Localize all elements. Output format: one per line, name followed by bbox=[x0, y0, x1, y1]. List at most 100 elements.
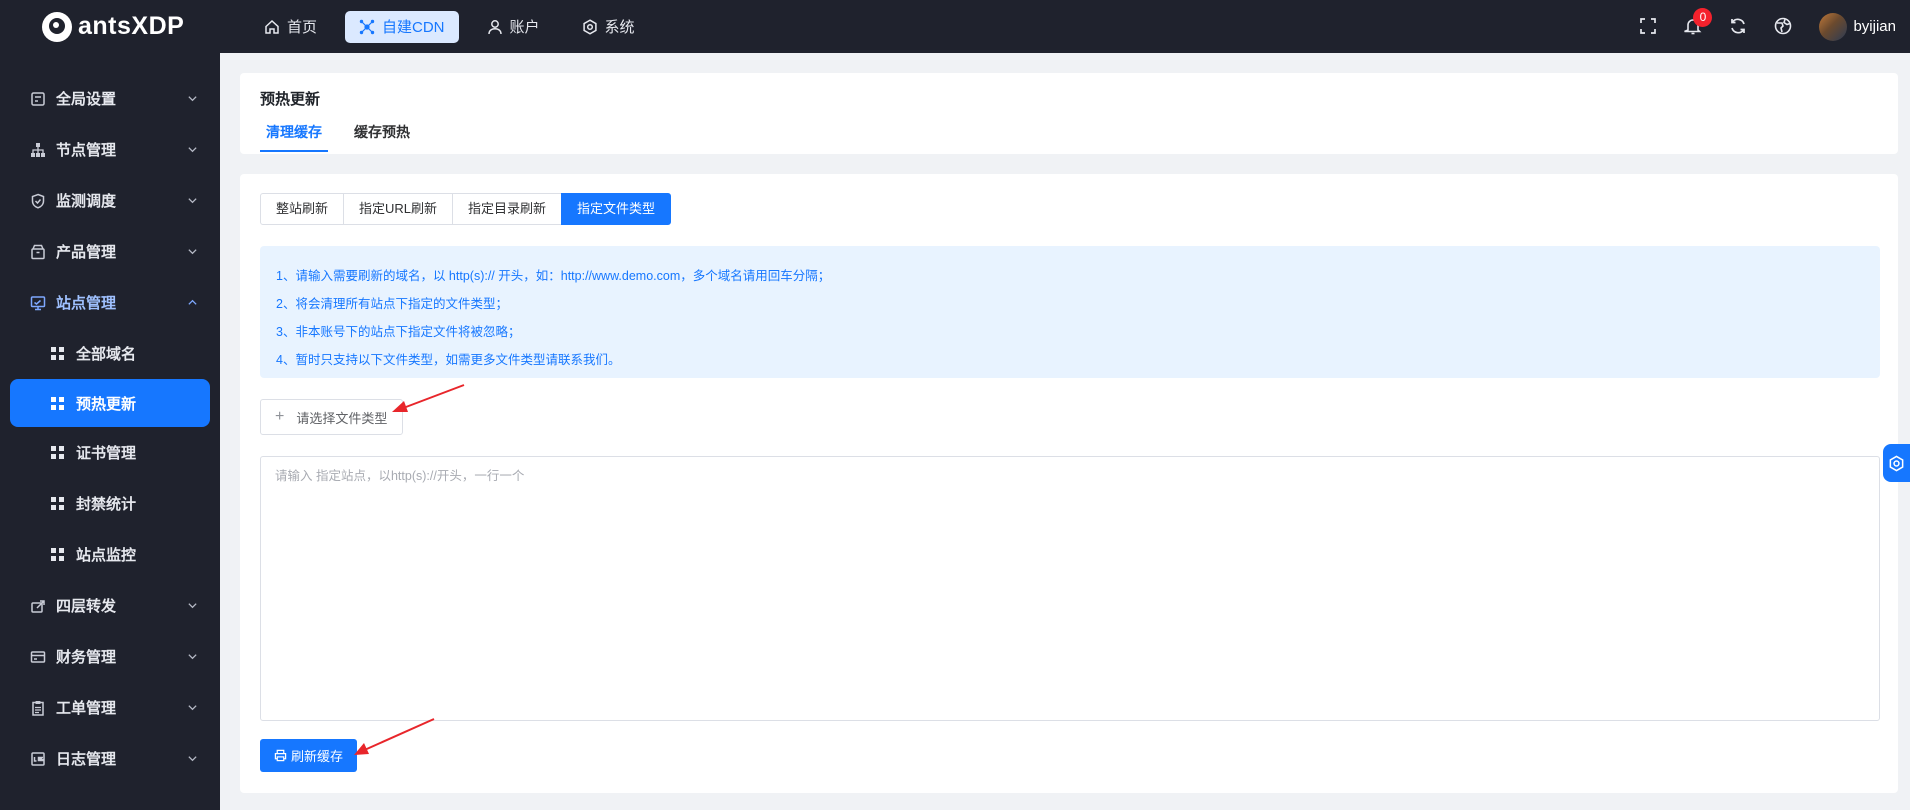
sidebar-subitem-label: 封禁统计 bbox=[76, 496, 137, 513]
sidebar-item-label: 财务管理 bbox=[56, 649, 117, 666]
tab-clear-cache[interactable]: 清理缓存 bbox=[260, 122, 328, 152]
grid-icon bbox=[51, 396, 64, 410]
top-nav: 首页 自建CDN 账户 系统 bbox=[250, 10, 649, 43]
page-header-card: 预热更新 清理缓存 缓存预热 bbox=[240, 73, 1898, 154]
username[interactable]: byijian bbox=[1853, 18, 1896, 35]
nav-home-label: 首页 bbox=[287, 19, 318, 36]
grid-icon bbox=[51, 446, 64, 459]
gear-icon bbox=[582, 18, 597, 35]
sidebar-item-monitoring[interactable]: 监测调度 bbox=[0, 175, 220, 226]
sites-input[interactable] bbox=[260, 456, 1880, 721]
file-type-select-label: 请选择文件类型 bbox=[296, 410, 388, 426]
chevron-down-icon bbox=[188, 756, 197, 762]
nav-account[interactable]: 账户 bbox=[473, 11, 554, 43]
refresh-icon bbox=[1731, 17, 1746, 34]
tab-cache-preheat[interactable]: 缓存预热 bbox=[348, 122, 416, 152]
sidebar-item-logs[interactable]: 日志管理 bbox=[0, 733, 220, 784]
chevron-down-icon bbox=[188, 147, 197, 153]
plus-icon: + bbox=[275, 408, 285, 425]
sidebar-item-global-settings[interactable]: 全局设置 bbox=[0, 73, 220, 124]
sidebar-item-products[interactable]: 产品管理 bbox=[0, 226, 220, 277]
globe-icon bbox=[1775, 17, 1792, 34]
fullscreen-button[interactable] bbox=[1639, 17, 1659, 37]
sidebar-item-label: 监测调度 bbox=[56, 193, 117, 210]
sidebar-item-l4-forwarding[interactable]: 四层转发 bbox=[0, 580, 220, 631]
refresh-cache-button[interactable]: 刷新缓存 bbox=[260, 739, 357, 772]
refresh-button[interactable] bbox=[1729, 17, 1749, 37]
notifications-button[interactable]: 0 bbox=[1684, 7, 1713, 37]
wallet-icon bbox=[30, 650, 46, 663]
sidebar-item-label: 节点管理 bbox=[56, 142, 117, 159]
language-button[interactable] bbox=[1774, 17, 1794, 37]
sidebar-item-label: 四层转发 bbox=[56, 598, 117, 615]
sidebar-item-label: 站点管理 bbox=[56, 295, 117, 312]
settings-panel-icon bbox=[31, 91, 45, 106]
top-bar: antsXDP 首页 自建CDN 账户 系统 0 byijian bbox=[0, 0, 1910, 53]
grid-icon bbox=[51, 347, 64, 360]
sidebar: 全局设置 节点管理 监测调度 产品管理 站点管理 全部域名 预热更新 证书管理 … bbox=[0, 53, 220, 810]
mode-file-type-refresh[interactable]: 指定文件类型 bbox=[561, 193, 672, 225]
sidebar-item-label: 日志管理 bbox=[56, 751, 117, 768]
sidebar-subitem-label: 证书管理 bbox=[76, 445, 137, 462]
log-icon bbox=[31, 751, 45, 766]
sidebar-subitem-label: 预热更新 bbox=[76, 395, 137, 413]
sidebar-item-tickets[interactable]: 工单管理 bbox=[0, 682, 220, 733]
page-tabs: 清理缓存 缓存预热 bbox=[260, 122, 1878, 152]
chevron-down-icon bbox=[188, 249, 197, 255]
mode-site-refresh[interactable]: 整站刷新 bbox=[260, 193, 345, 225]
sidebar-item-site-monitor[interactable]: 站点监控 bbox=[0, 529, 220, 580]
page-title: 预热更新 bbox=[260, 91, 321, 108]
sidebar-item-site-management[interactable]: 站点管理 bbox=[0, 277, 220, 328]
notice-line: 3、非本账号下的站点下指定文件将被忽略； bbox=[276, 325, 521, 339]
grid-icon bbox=[51, 497, 64, 510]
refresh-cache-label: 刷新缓存 bbox=[290, 749, 343, 764]
clipboard-icon bbox=[32, 700, 44, 716]
chevron-down-icon bbox=[188, 654, 197, 660]
refresh-mode-group: 整站刷新 指定URL刷新 指定目录刷新 指定文件类型 bbox=[260, 193, 672, 225]
file-type-select[interactable]: + 请选择文件类型 bbox=[260, 399, 403, 435]
shield-icon bbox=[31, 193, 45, 209]
content-card: 整站刷新 指定URL刷新 指定目录刷新 指定文件类型 1、请输入需要刷新的域名，… bbox=[240, 174, 1898, 793]
header-tools: 0 byijian bbox=[1639, 0, 1910, 53]
sidebar-item-preheat-update[interactable]: 预热更新 bbox=[10, 379, 210, 427]
app-logo[interactable]: antsXDP bbox=[0, 11, 220, 42]
grid-icon bbox=[51, 548, 64, 561]
monitor-icon bbox=[30, 295, 46, 310]
sidebar-subitem-label: 全部域名 bbox=[76, 346, 137, 363]
user-icon bbox=[487, 19, 502, 34]
notice-line: 2、将会清理所有站点下指定的文件类型； bbox=[276, 297, 508, 311]
chevron-down-icon bbox=[188, 96, 197, 102]
nav-cdn-label: 自建CDN bbox=[382, 19, 445, 36]
floating-settings-button[interactable] bbox=[1883, 444, 1910, 482]
mode-directory-refresh[interactable]: 指定目录刷新 bbox=[452, 193, 563, 225]
sidebar-item-label: 工单管理 bbox=[56, 700, 117, 717]
nav-system-label: 系统 bbox=[604, 19, 635, 36]
notice-line: 1、请输入需要刷新的域名，以 http(s):// 开头，如：http://ww… bbox=[276, 269, 831, 283]
chevron-down-icon bbox=[188, 705, 197, 711]
avatar[interactable] bbox=[1819, 12, 1848, 41]
notice-line: 4、暂时只支持以下文件类型，如需更多文件类型请联系我们。 bbox=[276, 353, 621, 367]
box-icon bbox=[31, 244, 45, 259]
home-icon bbox=[265, 19, 279, 34]
fullscreen-icon bbox=[1640, 17, 1657, 34]
printer-icon bbox=[274, 749, 287, 762]
nav-cdn[interactable]: 自建CDN bbox=[345, 10, 459, 43]
notifications-badge: 0 bbox=[1693, 7, 1713, 27]
sidebar-item-finance[interactable]: 财务管理 bbox=[0, 631, 220, 682]
forward-icon bbox=[31, 599, 45, 613]
sidebar-item-all-domains[interactable]: 全部域名 bbox=[0, 328, 220, 379]
sidebar-item-label: 产品管理 bbox=[56, 244, 117, 261]
hierarchy-icon bbox=[31, 142, 45, 157]
logo-mark-icon bbox=[42, 11, 72, 42]
nav-system[interactable]: 系统 bbox=[568, 11, 649, 43]
nav-home[interactable]: 首页 bbox=[250, 11, 331, 43]
sidebar-subitem-label: 站点监控 bbox=[76, 547, 137, 564]
sidebar-item-node-management[interactable]: 节点管理 bbox=[0, 124, 220, 175]
info-notice: 1、请输入需要刷新的域名，以 http(s):// 开头，如：http://ww… bbox=[260, 246, 1880, 378]
chevron-down-icon bbox=[188, 603, 197, 609]
sidebar-item-ban-stats[interactable]: 封禁统计 bbox=[0, 478, 220, 529]
sidebar-item-label: 全局设置 bbox=[56, 91, 117, 108]
mode-url-refresh[interactable]: 指定URL刷新 bbox=[343, 193, 454, 225]
sidebar-item-certificates[interactable]: 证书管理 bbox=[0, 427, 220, 478]
cdn-icon bbox=[359, 19, 375, 34]
